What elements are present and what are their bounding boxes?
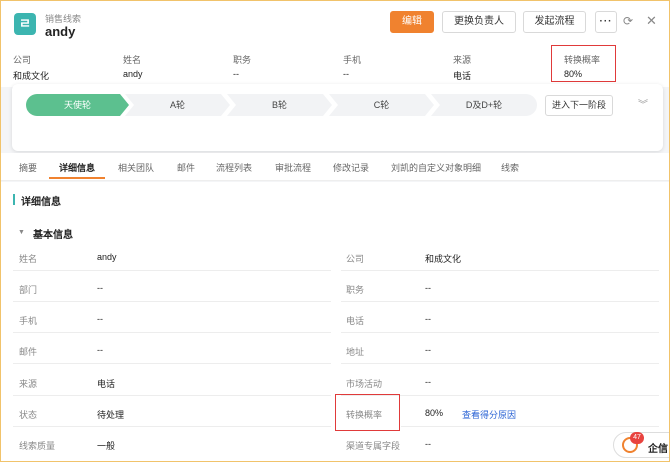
- field-value: 和成文化: [425, 254, 462, 264]
- tab-leads[interactable]: 线索: [501, 161, 519, 174]
- row-divider: [341, 363, 659, 364]
- detail-panel: 详细信息 ▼ 基本信息 姓名 andy 公司 和成文化 部门 -- 职务 -- …: [1, 182, 669, 461]
- edit-button[interactable]: 编辑: [390, 11, 434, 33]
- lead-detail-window: ㄹ 销售线索 andy 编辑 更换负责人 发起流程 ··· ⟳ ✕ 公司 和成文…: [0, 0, 670, 462]
- stage-step-d[interactable]: D及D+轮: [431, 94, 537, 116]
- field-label: 部门: [19, 285, 38, 295]
- field-value: --: [425, 345, 431, 355]
- field-label: 邮件: [19, 347, 38, 357]
- summary-field-label: 公司: [13, 55, 32, 65]
- field-value: --: [425, 377, 431, 387]
- tab-details[interactable]: 详细信息: [59, 161, 95, 174]
- stage-progress-card: 天使轮 A轮 B轮 C轮 D及D+轮 进入下一阶段 ︾: [12, 84, 663, 151]
- change-owner-button[interactable]: 更换负责人: [442, 11, 516, 33]
- summary-field-mobile: 手机 --: [343, 53, 361, 79]
- more-actions-button[interactable]: ···: [595, 11, 617, 33]
- next-stage-button[interactable]: 进入下一阶段: [545, 95, 613, 116]
- field-label: 市场活动: [346, 379, 383, 389]
- stage-step-a[interactable]: A轮: [125, 94, 230, 116]
- start-flow-button[interactable]: 发起流程: [523, 11, 586, 33]
- row-divider: [13, 301, 331, 302]
- field-label: 来源: [19, 379, 38, 389]
- highlight-box: [551, 45, 616, 82]
- row-divider: [341, 332, 659, 333]
- tab-change-log[interactable]: 修改记录: [333, 161, 369, 174]
- summary-field-source: 来源 电话: [453, 53, 471, 82]
- field-label: 公司: [346, 254, 365, 264]
- row-divider: [341, 301, 659, 302]
- record-header: ㄹ 销售线索 andy 编辑 更换负责人 发起流程 ··· ⟳ ✕ 公司 和成文…: [1, 1, 669, 87]
- tab-custom-object-detail[interactable]: 刘凯的自定义对象明细: [391, 161, 481, 174]
- field-value: 待处理: [97, 410, 125, 420]
- field-value: --: [425, 314, 431, 324]
- field-value: --: [97, 283, 103, 293]
- row-divider: [13, 332, 331, 333]
- record-name: andy: [45, 24, 76, 39]
- row-divider: [401, 426, 659, 427]
- tab-flow-list[interactable]: 流程列表: [216, 161, 252, 174]
- field-value: --: [97, 314, 103, 324]
- stage-step-c[interactable]: C轮: [329, 94, 434, 116]
- summary-field-label: 职务: [233, 55, 252, 65]
- field-label: 地址: [346, 347, 365, 357]
- summary-field-label: 手机: [343, 55, 362, 65]
- field-value: --: [425, 283, 431, 293]
- section-marker: [13, 194, 15, 205]
- unread-count-badge: 47: [630, 432, 644, 444]
- row-divider: [13, 363, 331, 364]
- field-label: 电话: [346, 316, 365, 326]
- view-score-reason-link[interactable]: 查看得分原因: [462, 408, 516, 421]
- summary-field-value: --: [343, 69, 349, 79]
- stage-step-angel[interactable]: 天使轮: [26, 94, 129, 116]
- field-value: 一般: [97, 441, 116, 451]
- stage-step-label: C轮: [373, 100, 390, 110]
- active-tab-indicator: [49, 177, 105, 179]
- field-label: 状态: [19, 410, 38, 420]
- expand-chevron-icon[interactable]: ︾: [638, 96, 648, 111]
- summary-field-title: 职务 --: [233, 53, 251, 79]
- summary-field-label: 来源: [453, 55, 472, 65]
- field-value: 80%: [425, 408, 444, 418]
- summary-field-value: 电话: [453, 71, 472, 81]
- field-value: 电话: [97, 379, 116, 389]
- row-divider: [13, 270, 331, 271]
- row-divider: [13, 426, 331, 427]
- tab-email[interactable]: 邮件: [177, 161, 195, 174]
- lead-object-icon: ㄹ: [14, 13, 36, 35]
- stage-step-label: D及D+轮: [465, 100, 503, 110]
- stage-step-b[interactable]: B轮: [227, 94, 332, 116]
- summary-field-value: --: [233, 69, 239, 79]
- close-icon[interactable]: ✕: [646, 13, 657, 29]
- caret-down-icon[interactable]: ▼: [18, 229, 25, 236]
- enterprise-chat-launcher[interactable]: 47 企信: [613, 432, 669, 458]
- field-label: 手机: [19, 316, 38, 326]
- tab-related-team[interactable]: 相关团队: [118, 161, 154, 174]
- section-title: 详细信息: [21, 197, 61, 208]
- stage-step-label: B轮: [271, 100, 287, 110]
- summary-field-value: andy: [123, 69, 143, 79]
- tab-summary[interactable]: 摘要: [19, 161, 37, 174]
- row-divider: [13, 395, 331, 396]
- group-title[interactable]: 基本信息: [33, 226, 73, 241]
- stage-step-label: 天使轮: [63, 100, 91, 110]
- highlight-box: [335, 394, 400, 431]
- tab-approval-flow[interactable]: 审批流程: [275, 161, 311, 174]
- chat-launcher-label: 企信: [648, 444, 668, 455]
- field-value: andy: [97, 252, 117, 262]
- summary-field-label: 姓名: [123, 55, 142, 65]
- row-divider: [341, 270, 659, 271]
- field-value: --: [425, 439, 431, 449]
- field-label: 线索质量: [19, 441, 56, 451]
- field-value: --: [97, 345, 103, 355]
- tab-bar: 摘要 详细信息 相关团队 邮件 流程列表 审批流程 修改记录 刘凯的自定义对象明…: [1, 153, 669, 181]
- summary-field-company: 公司 和成文化: [13, 53, 49, 82]
- summary-field-value: 和成文化: [13, 71, 50, 81]
- field-label: 渠道专属字段: [346, 441, 401, 451]
- refresh-icon[interactable]: ⟳: [623, 14, 633, 28]
- stage-step-label: A轮: [169, 100, 185, 110]
- field-label: 职务: [346, 285, 365, 295]
- summary-field-name: 姓名 andy: [123, 53, 143, 79]
- field-label: 姓名: [19, 254, 38, 264]
